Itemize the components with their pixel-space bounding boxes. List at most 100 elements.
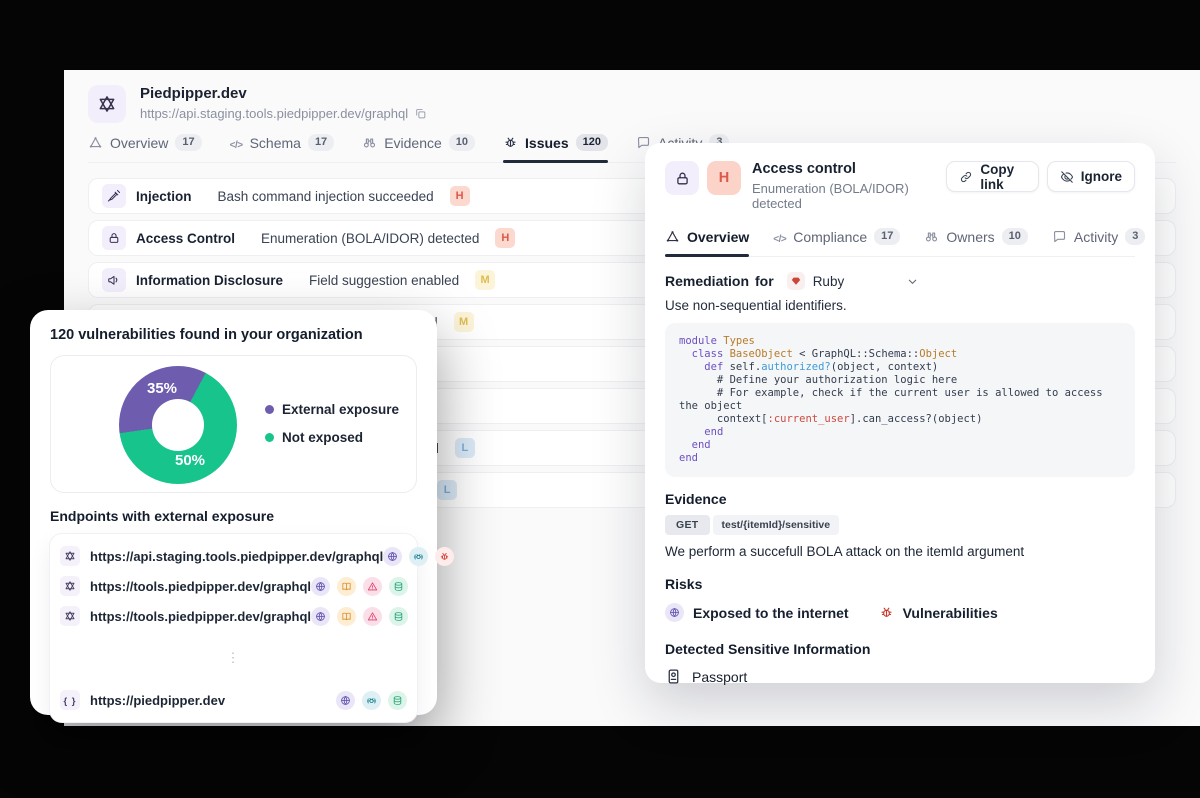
- graphql-icon: [64, 550, 76, 562]
- legend-item: Not exposed: [265, 430, 399, 445]
- bug-red-icon: [435, 547, 454, 566]
- overview-icon: [88, 135, 103, 150]
- endpoint-badges: [336, 691, 407, 710]
- passport-icon: [665, 668, 682, 685]
- issue-title: Access control: [752, 161, 946, 177]
- more-items-indicator: ⋮: [60, 631, 407, 685]
- passport-icon: [665, 668, 682, 685]
- exposure-donut-chart: 35% 50% External exposure Not exposed: [50, 355, 417, 493]
- tab-evidence[interactable]: Evidence 10: [362, 134, 475, 162]
- sensitive-info-heading: Detected Sensitive Information: [665, 641, 1135, 657]
- endpoint-type-icon: [60, 576, 80, 596]
- issue-detail-panel: H Access control Enumeration (BOLA/IDOR)…: [645, 143, 1155, 683]
- lock-icon: [665, 161, 699, 195]
- tab-icon: </>: [230, 135, 243, 151]
- risks-list: Exposed to the internet Vulnerabilities: [665, 603, 1135, 622]
- ignore-button[interactable]: Ignore: [1047, 161, 1135, 192]
- donut-label-not-exposed: 50%: [175, 452, 205, 469]
- database-icon: [389, 577, 408, 596]
- panel-header: H Access control Enumeration (BOLA/IDOR)…: [665, 161, 1135, 211]
- risks-heading: Risks: [665, 576, 1135, 592]
- endpoint-badges: [383, 547, 454, 566]
- database-icon: [388, 691, 407, 710]
- endpoint-type-icon: [60, 546, 80, 566]
- legend-dot: [265, 405, 274, 414]
- graphql-icon: [64, 580, 76, 592]
- tab-overview[interactable]: Overview 17: [88, 134, 202, 162]
- endpoint-type-icon: [60, 606, 80, 626]
- endpoint-badges: [311, 577, 408, 596]
- http-method-badge: GET: [665, 515, 710, 535]
- tab-owners[interactable]: Owners 10: [924, 228, 1027, 256]
- severity-badge: H: [707, 161, 741, 195]
- evidence-heading: Evidence: [665, 491, 1135, 507]
- graphql-icon: [88, 85, 126, 123]
- screenshot-stage: Piedpipper.dev https://api.staging.tools…: [0, 0, 1200, 798]
- copy-icon[interactable]: [414, 107, 427, 120]
- megaphone-icon: [107, 273, 121, 287]
- tab-issues[interactable]: Issues 120: [503, 134, 608, 162]
- api-url-text: https://api.staging.tools.piedpipper.dev…: [140, 106, 408, 121]
- severity-badge: L: [455, 438, 475, 458]
- endpoint-row[interactable]: https://tools.piedpipper.dev/graphql: [60, 571, 407, 601]
- endpoint-type-icon: { }: [60, 690, 80, 710]
- tab-activity[interactable]: Activity 3: [1052, 228, 1145, 256]
- ruby-gem-icon: [787, 272, 805, 290]
- tab-icon: [88, 135, 103, 150]
- endpoints-title: Endpoints with external exposure: [50, 508, 417, 524]
- tab-icon: [1052, 229, 1067, 244]
- category-icon: [102, 226, 126, 250]
- binoculars-icon: [924, 229, 939, 244]
- app-header: Piedpipper.dev https://api.staging.tools…: [88, 85, 427, 123]
- eye-off-icon: [1060, 170, 1074, 184]
- chevron-down-icon: [906, 275, 919, 288]
- book-icon: [337, 577, 356, 596]
- panel-tab-bar: Overview </> Compliance 17 Owners 10 Act…: [665, 228, 1135, 257]
- endpoint-row[interactable]: https://api.staging.tools.piedpipper.dev…: [60, 541, 407, 571]
- book-icon: [337, 607, 356, 626]
- legend-item: External exposure: [265, 402, 399, 417]
- remediation-row: Remediation for Ruby: [665, 272, 1135, 290]
- tab-overview[interactable]: Overview: [665, 228, 749, 256]
- language-select[interactable]: Ruby: [787, 272, 920, 290]
- evidence-text: We perform a succefull BOLA attack on th…: [665, 544, 1135, 559]
- tab-icon: [503, 135, 518, 150]
- tab-icon: [665, 229, 680, 244]
- tab-icon: </>: [773, 229, 786, 245]
- tab-compliance[interactable]: </> Compliance 17: [773, 228, 900, 256]
- spider-icon: [362, 691, 381, 710]
- globe-icon: [383, 547, 402, 566]
- tab-schema[interactable]: </> Schema 17: [230, 134, 335, 162]
- braces-icon: { }: [63, 691, 76, 709]
- risk-item: Vulnerabilities: [879, 603, 998, 622]
- vulnerabilities-card: 120 vulnerabilities found in your organi…: [30, 310, 437, 715]
- syringe-icon: [107, 189, 121, 203]
- vulnerabilities-card-title: 120 vulnerabilities found in your organi…: [50, 327, 417, 343]
- overview-icon: [665, 229, 680, 244]
- binoculars-icon: [362, 135, 377, 150]
- remediation-code-block[interactable]: module Types class BaseObject < GraphQL:…: [665, 323, 1135, 477]
- category-icon: [102, 184, 126, 208]
- globe-icon: [336, 691, 355, 710]
- legend-dot: [265, 433, 274, 442]
- globe-icon: [311, 607, 330, 626]
- endpoint-row[interactable]: { } https://piedpipper.dev: [60, 685, 407, 715]
- code-icon: </>: [773, 229, 786, 245]
- code-icon: </>: [230, 135, 243, 151]
- chart-legend: External exposure Not exposed: [265, 402, 399, 445]
- category-icon: [102, 268, 126, 292]
- endpoint-row[interactable]: https://tools.piedpipper.dev/graphql: [60, 601, 407, 631]
- globe-icon: [665, 603, 684, 622]
- graphql-icon: [64, 610, 76, 622]
- copy-link-button[interactable]: Copy link: [946, 161, 1038, 192]
- severity-badge: M: [475, 270, 495, 290]
- severity-badge: H: [495, 228, 515, 248]
- remediation-hint: Use non-sequential identifiers.: [665, 298, 1135, 313]
- bug-icon: [503, 135, 518, 150]
- endpoints-list: https://api.staging.tools.piedpipper.dev…: [50, 534, 417, 722]
- link-icon: [959, 170, 973, 184]
- database-icon: [389, 607, 408, 626]
- warning-icon: [363, 607, 382, 626]
- risk-item: Exposed to the internet: [665, 603, 849, 622]
- donut-label-external: 35%: [147, 380, 177, 397]
